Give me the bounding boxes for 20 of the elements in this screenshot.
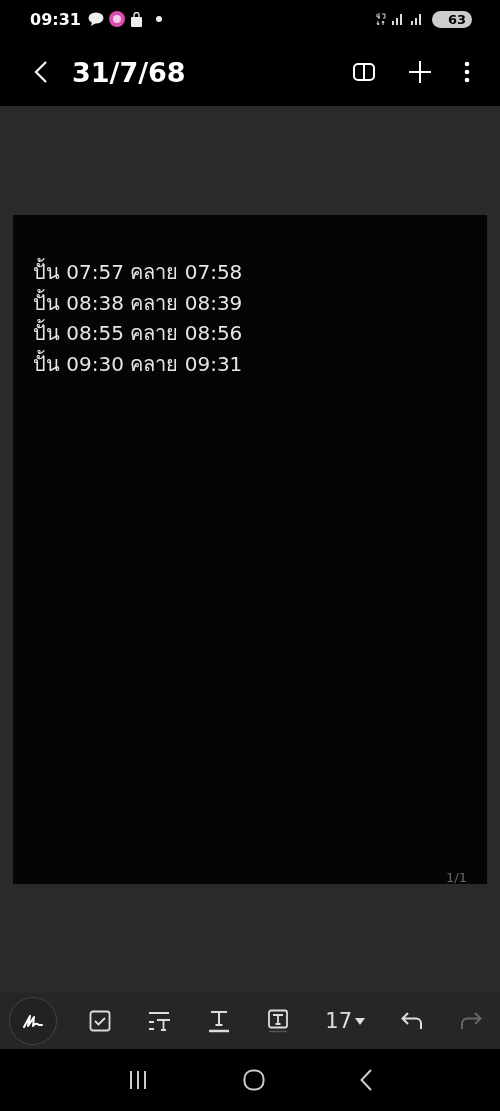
- note-text-line: ปั้น 09:30 คลาย 09:31: [33, 349, 244, 378]
- page-indicator: 1/1: [446, 870, 467, 885]
- battery-indicator: 63: [431, 10, 472, 28]
- pen-scribble-icon: [22, 1013, 44, 1029]
- status-time: 09:31: [30, 9, 81, 29]
- notification-dot-icon: [155, 16, 162, 22]
- note-text-line: ปั้น 08:38 คลาย 08:39: [33, 288, 244, 317]
- handwriting-button[interactable]: [9, 997, 57, 1045]
- app-icon: [108, 11, 125, 27]
- signal-icon: [409, 13, 424, 25]
- shopping-bag-icon: [129, 11, 143, 27]
- caret-icon: [355, 1017, 365, 1025]
- note-text-line: ปั้น 08:55 คลาย 08:56: [33, 318, 244, 347]
- font-size-dropdown[interactable]: 17: [321, 1005, 369, 1037]
- chat-app-icon: [87, 12, 104, 26]
- note-title: 31/7/68: [72, 56, 186, 88]
- network-4g-icon: [375, 12, 386, 26]
- more-icon: [464, 61, 470, 83]
- signal-icon: [390, 13, 405, 25]
- note-text-line: ปั้น 07:57 คลาย 07:58: [33, 257, 244, 286]
